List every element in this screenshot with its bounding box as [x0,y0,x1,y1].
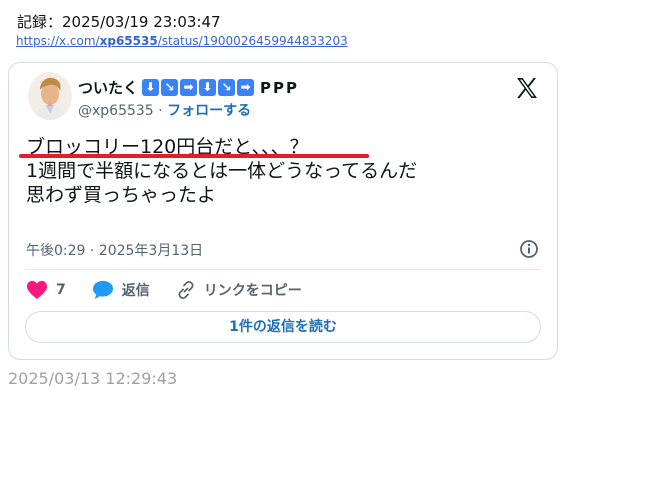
reply-button[interactable]: 返信 [92,280,150,300]
arrow-down-right-icon: ↘ [218,79,236,96]
url-suffix: /status/1900026459944833203 [157,34,348,48]
heart-icon [27,280,47,300]
like-count: 7 [56,282,66,298]
like-button[interactable]: 7 [26,280,66,300]
info-icon[interactable] [519,239,539,259]
arrow-down-right-icon: ↘ [161,79,179,96]
record-timestamp: 記録：2025/03/19 23:03:47 [17,13,221,31]
display-name-row[interactable]: ついたく ⬇ ↘ ➡ ⬇ ↘ ➡ PPP [78,77,299,98]
copy-link-button[interactable]: リンクをコピー [176,280,302,300]
speech-bubble-icon [92,280,113,300]
divider [25,269,541,270]
link-icon [178,280,194,300]
tweet-line: 思わず買っちゃったよ [26,184,217,206]
separator: · [158,103,163,119]
arrow-down-icon: ⬇ [142,79,160,96]
tweet-line: 1週間で半額になるとは一体どうなってるんだ [26,160,418,182]
red-highlight-underline [19,154,369,158]
capture-time: 2025/03/13 12:29:43 [8,369,178,388]
tweet-timestamp[interactable]: 午後0:29 · 2025年3月13日 [26,240,203,260]
display-name: ついたく [78,79,139,97]
arrow-right-icon: ➡ [237,79,255,96]
arrow-down-icon: ⬇ [199,79,217,96]
read-replies-button[interactable]: 1件の返信を読む [25,311,541,343]
url-prefix: https://x.com/ [16,34,100,48]
follow-button[interactable]: フォローする [167,103,251,119]
x-logo-icon[interactable] [515,76,539,100]
name-suffix: PPP [260,78,299,97]
url-user: xp65535 [99,34,158,48]
tweet-card[interactable]: ついたく ⬇ ↘ ➡ ⬇ ↘ ➡ PPP @xp65535 · フォローする ブ… [8,62,558,360]
reply-label: 返信 [121,283,150,299]
handle-line: @xp65535 · フォローする [78,100,251,120]
tweet-text: ブロッコリー120円台だと、、、？ 1週間で半額になるとは一体どうなってるんだ … [26,135,417,207]
copy-link-label: リンクをコピー [203,283,302,299]
handle[interactable]: @xp65535 [78,103,154,119]
arrow-emoji-group: ⬇ ↘ ➡ ⬇ ↘ ➡ [142,79,255,96]
tweet-url-link[interactable]: https://x.com/xp65535/status/19000264599… [16,34,348,48]
arrow-right-icon: ➡ [180,79,198,96]
action-bar: 7 返信 リンクをコピー [26,279,328,301]
avatar[interactable] [28,72,72,120]
